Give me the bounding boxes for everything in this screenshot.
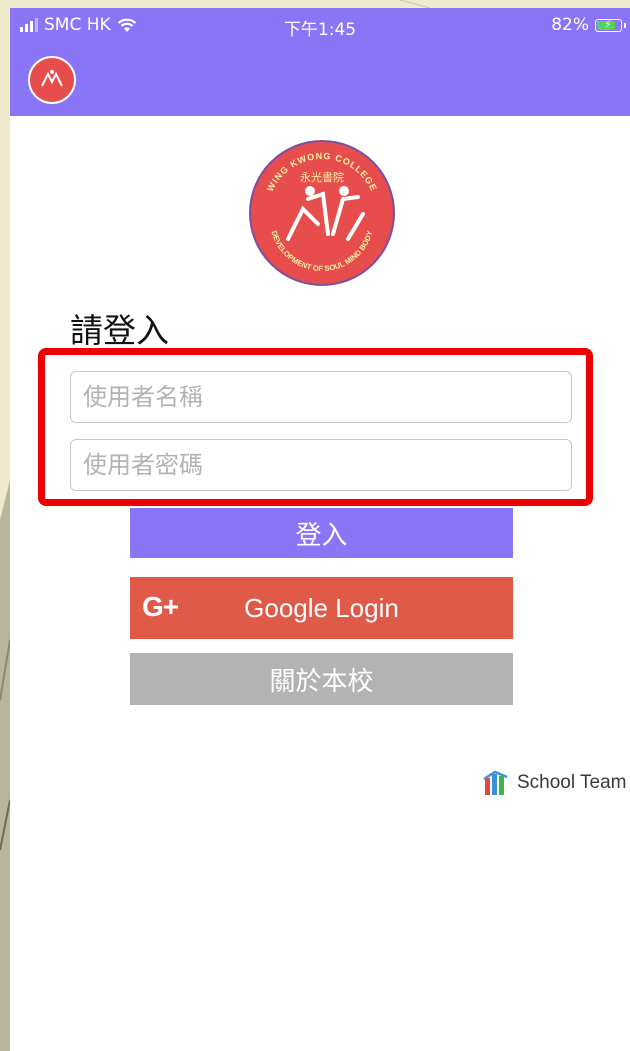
about-school-label: 關於本校 bbox=[269, 666, 374, 697]
school-team-logo-icon bbox=[483, 770, 508, 795]
google-login-label: Google Login bbox=[244, 592, 399, 623]
battery-percent: 82% bbox=[551, 15, 589, 35]
google-login-button[interactable]: G+ Google Login bbox=[130, 577, 513, 639]
school-crest-icon bbox=[41, 70, 63, 87]
school-team-label: School Team bbox=[517, 772, 627, 793]
app-header: SMC HK 下午1:45 82% ⚡ bbox=[10, 8, 630, 116]
username-input[interactable] bbox=[70, 371, 572, 423]
login-button[interactable]: 登入 bbox=[130, 508, 513, 558]
battery-charging-icon: ⚡ bbox=[595, 18, 626, 32]
school-team-brand: School Team bbox=[483, 770, 627, 796]
about-school-button[interactable]: 關於本校 bbox=[130, 653, 513, 705]
header-school-logo[interactable] bbox=[28, 56, 76, 104]
logo-text-chinese: 永光書院 bbox=[300, 170, 344, 184]
status-time: 下午1:45 bbox=[283, 20, 357, 40]
school-logo: WING KWONG COLLEGE 永光書院 DEVELOPMENT OF S… bbox=[249, 140, 395, 286]
status-bar: SMC HK 下午1:45 82% ⚡ bbox=[10, 8, 630, 44]
password-input[interactable] bbox=[70, 439, 572, 491]
login-title: 請登入 bbox=[70, 311, 169, 350]
login-button-label: 登入 bbox=[295, 520, 348, 551]
google-plus-icon: G+ bbox=[142, 591, 179, 622]
phone-screen: SMC HK 下午1:45 82% ⚡ WING KWONG COLLEGE 永… bbox=[10, 8, 630, 1051]
